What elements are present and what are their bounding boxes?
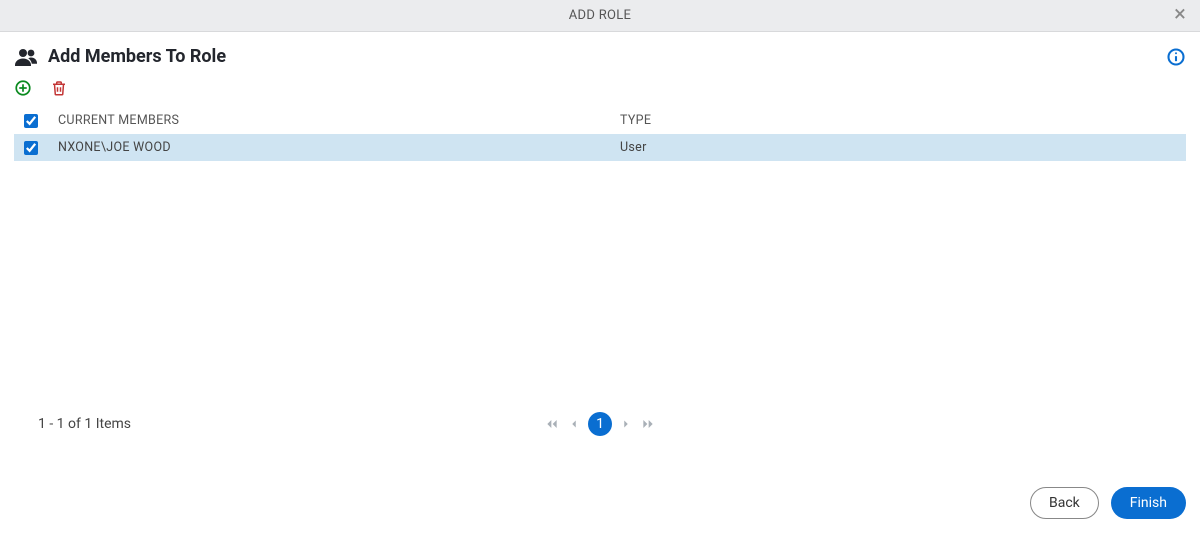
members-table: CURRENT MEMBERS TYPE NXONE\JOE WOOD User — [14, 107, 1186, 161]
dialog-title: ADD ROLE — [569, 8, 632, 23]
row-checkbox[interactable] — [24, 141, 38, 155]
items-count-label: 1 - 1 of 1 Items — [14, 416, 131, 432]
add-icon[interactable] — [14, 79, 32, 97]
dialog-header: ADD ROLE × — [0, 0, 1200, 32]
delete-icon[interactable] — [50, 79, 68, 97]
column-header-members[interactable]: CURRENT MEMBERS — [58, 113, 620, 128]
members-toolbar — [14, 79, 1186, 97]
close-icon[interactable]: × — [1168, 3, 1192, 27]
member-name: NXONE\JOE WOOD — [58, 140, 620, 155]
column-header-type[interactable]: TYPE — [620, 113, 1176, 128]
info-icon[interactable] — [1166, 47, 1186, 67]
table-row[interactable]: NXONE\JOE WOOD User — [14, 134, 1186, 161]
back-button[interactable]: Back — [1030, 487, 1099, 519]
pagination: 1 — [544, 412, 656, 436]
table-header-row: CURRENT MEMBERS TYPE — [14, 107, 1186, 134]
select-all-checkbox[interactable] — [24, 114, 38, 128]
next-page-icon[interactable] — [618, 412, 634, 436]
users-icon — [14, 47, 38, 67]
section-title: Add Members To Role — [48, 46, 226, 67]
last-page-icon[interactable] — [640, 412, 656, 436]
first-page-icon[interactable] — [544, 412, 560, 436]
page-number[interactable]: 1 — [588, 412, 612, 436]
prev-page-icon[interactable] — [566, 412, 582, 436]
finish-button[interactable]: Finish — [1111, 487, 1186, 519]
member-type: User — [620, 140, 1176, 155]
